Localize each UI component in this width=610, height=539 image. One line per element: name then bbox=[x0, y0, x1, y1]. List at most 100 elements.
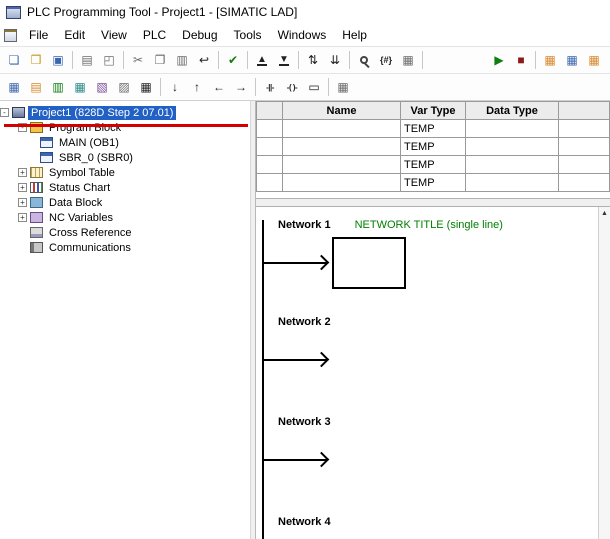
window-program-block-button[interactable]: ▦ bbox=[539, 49, 561, 71]
data-type-cell[interactable] bbox=[466, 138, 559, 156]
view-symbol-table-icon: ▤ bbox=[30, 80, 41, 94]
insert-box-button[interactable]: ▭ bbox=[303, 76, 325, 98]
ladder-scrollbar[interactable]: ▲ bbox=[598, 207, 610, 539]
tree-item-cross-reference[interactable]: Cross Reference bbox=[0, 225, 250, 240]
sort-descending-button[interactable]: ⇊ bbox=[324, 49, 346, 71]
view-program-block-button[interactable]: ▦ bbox=[3, 76, 25, 98]
print-button[interactable]: ▤ bbox=[76, 49, 98, 71]
view-communications-button[interactable]: ▦ bbox=[135, 76, 157, 98]
bookmark-grid-button[interactable]: ▦ bbox=[397, 49, 419, 71]
menu-edit[interactable]: Edit bbox=[56, 25, 93, 45]
var-type-cell[interactable]: TEMP bbox=[401, 138, 466, 156]
line-up-button[interactable]: ↑ bbox=[186, 76, 208, 98]
print-preview-button[interactable]: ◰ bbox=[98, 49, 120, 71]
sort-ascending-button[interactable]: ⇅ bbox=[302, 49, 324, 71]
toolbar-separator bbox=[160, 78, 161, 96]
expand-toggle[interactable]: + bbox=[18, 168, 27, 177]
row-selector-cell[interactable] bbox=[257, 174, 283, 192]
name-cell[interactable] bbox=[283, 156, 401, 174]
address-braces-button[interactable]: {#} bbox=[375, 49, 397, 71]
expand-toggle[interactable]: + bbox=[18, 183, 27, 192]
data-type-cell[interactable] bbox=[466, 120, 559, 138]
view-program-block-icon: ▦ bbox=[8, 80, 19, 94]
variable-table: Name Var Type Data Type TEMP TEMP bbox=[256, 101, 610, 198]
upload-button[interactable]: ▲ bbox=[251, 49, 273, 71]
tree-item-communications[interactable]: Communications bbox=[0, 240, 250, 255]
tree-item-sbr0[interactable]: SBR_0 (SBR0) bbox=[0, 150, 250, 165]
tree-item-program-block[interactable]: - Program Block bbox=[0, 120, 250, 135]
window-data-block-button[interactable]: ▦ bbox=[605, 49, 610, 71]
find-button[interactable] bbox=[353, 49, 375, 71]
open-folder-button[interactable]: ❒ bbox=[25, 49, 47, 71]
undo-button[interactable]: ↩ bbox=[193, 49, 215, 71]
app-icon[interactable] bbox=[6, 6, 21, 19]
expand-toggle[interactable]: + bbox=[18, 198, 27, 207]
network-header: Network 4 bbox=[256, 504, 610, 528]
line-right-button[interactable]: → bbox=[230, 76, 252, 98]
mdi-document-icon[interactable] bbox=[4, 29, 17, 42]
view-nc-variables-button[interactable]: ▧ bbox=[91, 76, 113, 98]
ladder-editor[interactable]: Network 1 NETWORK TITLE (single line) Ne… bbox=[256, 207, 610, 539]
sort-ascending-icon: ⇅ bbox=[308, 53, 318, 67]
paste-button[interactable]: ▥ bbox=[171, 49, 193, 71]
menu-help[interactable]: Help bbox=[334, 25, 375, 45]
insert-contact-button[interactable]: -||- bbox=[259, 76, 281, 98]
view-symbol-table-button[interactable]: ▤ bbox=[25, 76, 47, 98]
cut-button[interactable]: ✂ bbox=[127, 49, 149, 71]
line-right-icon: → bbox=[235, 80, 247, 94]
run-button[interactable]: ▶ bbox=[488, 49, 510, 71]
network-header: Network 2 bbox=[256, 304, 610, 328]
new-document-button[interactable]: ❏ bbox=[3, 49, 25, 71]
menu-debug[interactable]: Debug bbox=[174, 25, 225, 45]
var-type-cell[interactable]: TEMP bbox=[401, 156, 466, 174]
toolbar-standard: ❏ ❒ ▣ ▤ ◰ ✂ ❐ ▥ ↩ ✔ ▲ ▼ ⇅ ⇊ {#} ▦ ▶ ■ ▦ … bbox=[0, 46, 610, 73]
menu-tools[interactable]: Tools bbox=[226, 25, 270, 45]
row-selector-cell[interactable] bbox=[257, 156, 283, 174]
row-selector-cell[interactable] bbox=[257, 120, 283, 138]
network-label: Network 4 bbox=[278, 516, 331, 528]
name-cell[interactable] bbox=[283, 174, 401, 192]
view-status-chart-button[interactable]: ▥ bbox=[47, 76, 69, 98]
window-status-chart-button[interactable]: ▦ bbox=[583, 49, 605, 71]
menu-view[interactable]: View bbox=[93, 25, 135, 45]
tree-item-main-ob1[interactable]: MAIN (OB1) bbox=[0, 135, 250, 150]
toolbar-separator bbox=[72, 51, 73, 69]
insert-coil-button[interactable]: -( )- bbox=[281, 76, 303, 98]
view-cross-reference-button[interactable]: ▨ bbox=[113, 76, 135, 98]
copy-button[interactable]: ❐ bbox=[149, 49, 171, 71]
tree-item-project-root[interactable]: - Project1 (828D Step 2 07.01) bbox=[0, 105, 250, 120]
toolbar-separator bbox=[328, 78, 329, 96]
tree-item-nc-variables[interactable]: + NC Variables bbox=[0, 210, 250, 225]
stop-button[interactable]: ■ bbox=[510, 49, 532, 71]
menu-plc[interactable]: PLC bbox=[135, 25, 174, 45]
table-row: TEMP bbox=[257, 138, 610, 156]
tree-item-label: Data Block bbox=[46, 196, 105, 210]
column-header-data-type: Data Type bbox=[466, 102, 559, 120]
menu-windows[interactable]: Windows bbox=[270, 25, 335, 45]
view-status-chart-icon: ▥ bbox=[52, 80, 63, 94]
line-left-button[interactable]: ← bbox=[208, 76, 230, 98]
compile-button[interactable]: ✔ bbox=[222, 49, 244, 71]
tree-item-status-chart[interactable]: + Status Chart bbox=[0, 180, 250, 195]
data-type-cell[interactable] bbox=[466, 156, 559, 174]
var-type-cell[interactable]: TEMP bbox=[401, 174, 466, 192]
download-button[interactable]: ▼ bbox=[273, 49, 295, 71]
expand-toggle[interactable]: + bbox=[18, 213, 27, 222]
addressing-grid-button[interactable]: ▦ bbox=[332, 76, 354, 98]
save-button[interactable]: ▣ bbox=[47, 49, 69, 71]
tree-item-symbol-table[interactable]: + Symbol Table bbox=[0, 165, 250, 180]
var-type-cell[interactable]: TEMP bbox=[401, 120, 466, 138]
tree-item-data-block[interactable]: + Data Block bbox=[0, 195, 250, 210]
table-ladder-splitter[interactable] bbox=[256, 198, 610, 207]
scroll-up-icon[interactable]: ▲ bbox=[599, 207, 610, 219]
row-selector-cell[interactable] bbox=[257, 138, 283, 156]
data-type-cell[interactable] bbox=[466, 174, 559, 192]
collapse-toggle[interactable]: - bbox=[0, 108, 9, 117]
name-cell[interactable] bbox=[283, 120, 401, 138]
network-label: Network 3 bbox=[278, 416, 331, 428]
view-data-block-button[interactable]: ▦ bbox=[69, 76, 91, 98]
window-symbol-table-button[interactable]: ▦ bbox=[561, 49, 583, 71]
name-cell[interactable] bbox=[283, 138, 401, 156]
line-down-button[interactable]: ↓ bbox=[164, 76, 186, 98]
menu-file[interactable]: File bbox=[21, 25, 56, 45]
